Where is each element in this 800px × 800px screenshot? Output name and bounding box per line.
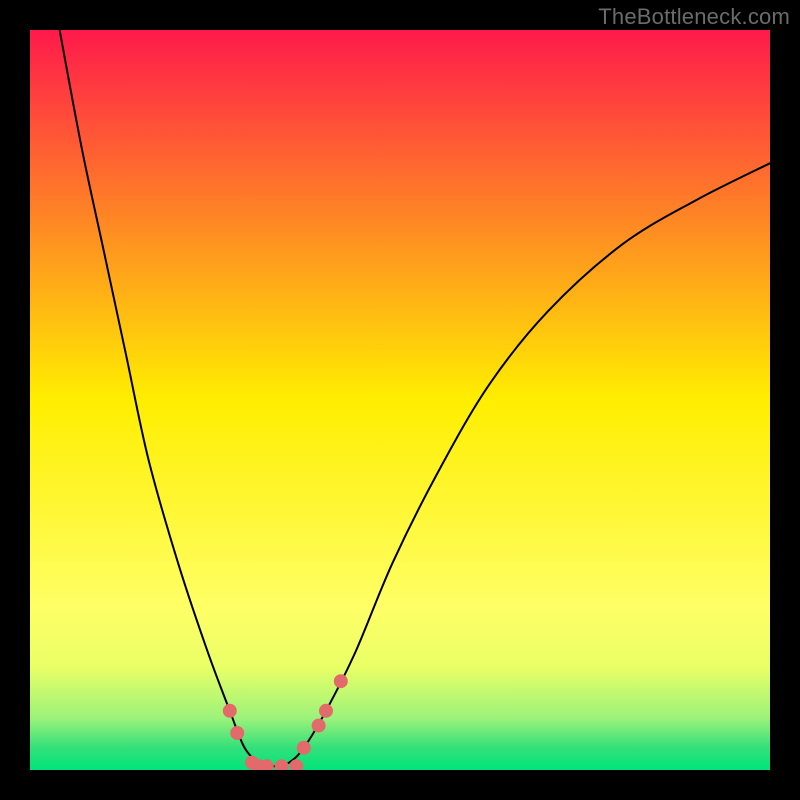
highlight-point bbox=[230, 726, 244, 740]
highlight-point bbox=[223, 704, 237, 718]
chart-frame: TheBottleneck.com bbox=[0, 0, 800, 800]
highlight-point bbox=[312, 719, 326, 733]
bottleneck-chart bbox=[30, 30, 770, 770]
watermark-text: TheBottleneck.com bbox=[598, 4, 790, 30]
highlight-point bbox=[297, 741, 311, 755]
plot-background bbox=[30, 30, 770, 770]
highlight-point bbox=[334, 674, 348, 688]
highlight-point bbox=[319, 704, 333, 718]
